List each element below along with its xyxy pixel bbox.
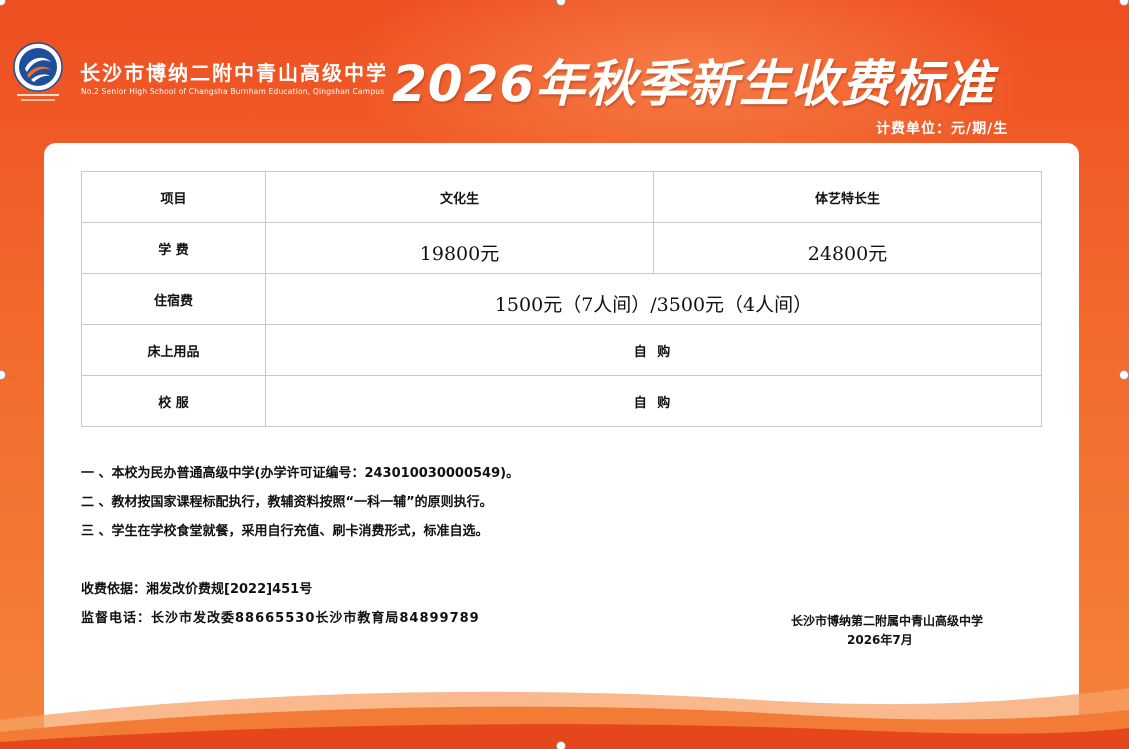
- note-item: 三 、学生在学校食堂就餐，采用自行充值、刷卡消费形式，标准自选。: [81, 524, 489, 539]
- table-row: 学 费 19800元 24800元: [81, 222, 1042, 274]
- tuition-arts: 24800元: [653, 222, 1042, 274]
- tuition-label: 学 费: [81, 222, 266, 274]
- uniform-label: 校 服: [81, 375, 266, 427]
- poster-canvas: 长沙市博纳二附中青山高级中学 No.2 Senior High School o…: [0, 0, 1129, 749]
- school-name-cn: 长沙市博纳二附中青山高级中学: [80, 61, 388, 85]
- tuition-culture: 19800元: [265, 222, 654, 274]
- page-title: 2026年秋季新生收费标准: [392, 55, 995, 113]
- bedding-label: 床上用品: [81, 324, 266, 376]
- notes-list: 一 、本校为民办普通高级中学(办学许可证编号：243010030000549)。…: [81, 462, 519, 549]
- fee-basis: 收费依据：湘发改价费规[2022]451号: [81, 582, 313, 597]
- uniform-value: 自 购: [265, 375, 1042, 427]
- table-header-row: 项目 文化生 体艺特长生: [81, 171, 1042, 223]
- bedding-value: 自 购: [265, 324, 1042, 376]
- frame-handle-top-left[interactable]: [0, 0, 6, 6]
- dorm-value: 1500元（7人间）/3500元（4人间）: [265, 273, 1042, 325]
- note-item: 一 、本校为民办普通高级中学(办学许可证编号：243010030000549)。: [81, 466, 520, 481]
- signature-date: 2026年7月: [847, 633, 913, 647]
- billing-unit: 计费单位：元/期/生: [876, 121, 1009, 137]
- table-row: 住宿费 1500元（7人间）/3500元（4人间）: [81, 273, 1042, 325]
- header-item: 项目: [81, 171, 266, 223]
- frame-handle-middle-right[interactable]: [1119, 370, 1129, 380]
- table-row: 床上用品 自 购: [81, 324, 1042, 376]
- frame-handle-bottom-center[interactable]: [556, 741, 566, 749]
- dorm-label: 住宿费: [81, 273, 266, 325]
- frame-handle-top-right[interactable]: [1119, 0, 1129, 6]
- header-arts: 体艺特长生: [653, 171, 1042, 223]
- school-name-en: No.2 Senior High School of Changsha Burn…: [81, 87, 385, 96]
- table-row: 校 服 自 购: [81, 375, 1042, 427]
- fee-table: 项目 文化生 体艺特长生 学 费 19800元 24800元 住宿费 1500元…: [81, 171, 1042, 427]
- header-culture: 文化生: [265, 171, 654, 223]
- school-logo-icon: [13, 42, 63, 101]
- supervision-phone: 监督电话：长沙市发改委88665530长沙市教育局84899789: [81, 611, 480, 626]
- signature-school: 长沙市博纳第二附属中青山高级中学: [791, 614, 984, 628]
- note-item: 二 、教材按国家课程标配执行，教辅资料按照“一科一辅”的原则执行。: [81, 495, 493, 510]
- decorative-waves: [0, 688, 1129, 749]
- frame-handle-middle-left[interactable]: [0, 370, 6, 380]
